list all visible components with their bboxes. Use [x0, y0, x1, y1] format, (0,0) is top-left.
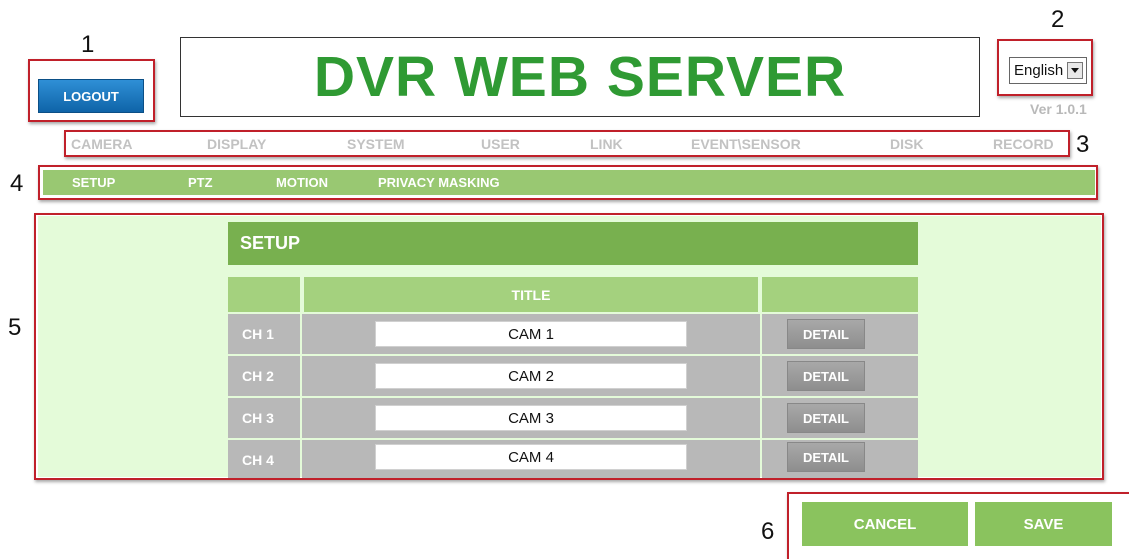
version-label: Ver 1.0.1: [1030, 101, 1087, 117]
callout-box-5: [34, 213, 1104, 480]
callout-box-1: [28, 59, 155, 122]
callout-box-4: [38, 165, 1098, 200]
callout-3: 3: [1076, 131, 1090, 158]
page-title: DVR WEB SERVER: [180, 37, 980, 117]
callout-1: 1: [81, 31, 95, 58]
callout-box-2: [997, 39, 1093, 96]
callout-4: 4: [10, 170, 24, 197]
callout-box-3: [64, 130, 1070, 157]
callout-5: 5: [8, 314, 22, 341]
callout-box-6: [787, 492, 1129, 559]
callout-2: 2: [1051, 6, 1065, 33]
callout-6: 6: [761, 518, 775, 545]
